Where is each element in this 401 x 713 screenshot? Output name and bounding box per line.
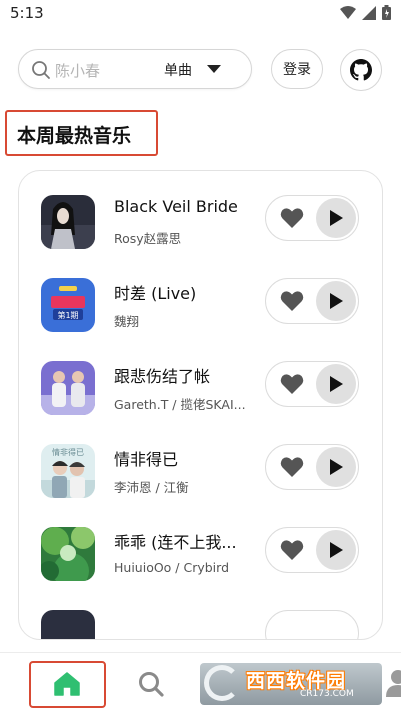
song-artist: 魏翔 <box>114 314 140 329</box>
album-cover <box>41 527 95 581</box>
section-title: 本周最热音乐 <box>17 125 132 147</box>
song-artist: Rosy赵露思 <box>114 231 182 246</box>
search-placeholder: 陈小春 <box>55 62 101 80</box>
song-list-card: Black Veil Bride Rosy赵露思 第1期 时差 (Live) 魏… <box>18 170 383 640</box>
wifi-icon <box>340 5 356 19</box>
song-title: 情非得已 <box>114 450 179 469</box>
song-title: 乖乖 (连不上我... <box>114 533 237 552</box>
heart-icon[interactable] <box>280 539 304 561</box>
watermark-subtext: CR173.COM <box>300 689 354 699</box>
search-input[interactable]: 陈小春 单曲 <box>18 49 252 89</box>
watermark-emblem <box>204 665 240 701</box>
battery-icon <box>382 5 391 20</box>
heart-icon[interactable] <box>280 456 304 478</box>
song-item[interactable]: 乖乖 (连不上我... HuiuioOo / Crybird <box>19 527 382 610</box>
play-button[interactable] <box>316 281 356 321</box>
song-artist: HuiuioOo / Crybird <box>114 560 230 575</box>
play-button[interactable] <box>316 530 356 570</box>
song-item[interactable]: 情非得已 情非得已 李沛恩 / 江衡 <box>19 444 382 527</box>
signal-icon <box>362 5 376 20</box>
play-icon <box>330 293 343 309</box>
svg-text:第1期: 第1期 <box>57 310 78 320</box>
play-button[interactable] <box>316 364 356 404</box>
album-cover <box>41 610 95 639</box>
song-actions <box>265 361 359 407</box>
play-icon <box>330 376 343 392</box>
song-actions <box>265 527 359 573</box>
github-icon <box>350 59 372 81</box>
album-cover <box>41 361 95 415</box>
home-icon[interactable] <box>54 672 80 696</box>
watermark-logo: 西西软件园 CR173.COM <box>200 663 382 705</box>
song-actions <box>265 278 359 324</box>
heart-icon[interactable] <box>280 207 304 229</box>
play-icon <box>330 210 343 226</box>
play-button[interactable] <box>316 447 356 487</box>
play-icon <box>330 459 343 475</box>
play-button[interactable] <box>316 198 356 238</box>
play-icon <box>330 542 343 558</box>
song-title: 时差 (Live) <box>114 284 197 303</box>
search-type-select[interactable]: 单曲 <box>164 60 192 80</box>
song-item[interactable]: 跟悲伤结了帐 Gareth.T / 揽佬SKAI... <box>19 361 382 444</box>
status-bar: 5:13 <box>0 0 401 28</box>
song-actions <box>265 610 359 639</box>
github-button[interactable] <box>340 49 382 91</box>
user-icon[interactable] <box>386 669 401 697</box>
song-item-partial[interactable] <box>19 610 382 639</box>
heart-icon[interactable] <box>280 373 304 395</box>
album-cover <box>41 195 95 249</box>
heart-icon[interactable] <box>280 290 304 312</box>
search-row: 陈小春 单曲 登录 <box>0 46 401 92</box>
song-item[interactable]: Black Veil Bride Rosy赵露思 <box>19 195 382 278</box>
search-icon[interactable] <box>138 671 164 697</box>
login-button[interactable]: 登录 <box>271 49 323 89</box>
status-icons <box>340 5 391 20</box>
album-cover: 情非得已 <box>41 444 95 498</box>
search-icon <box>32 61 50 79</box>
song-title: 跟悲伤结了帐 <box>114 367 211 386</box>
status-time: 5:13 <box>10 4 44 22</box>
song-item[interactable]: 第1期 时差 (Live) 魏翔 <box>19 278 382 361</box>
song-artist: 李沛恩 / 江衡 <box>114 480 189 495</box>
chevron-down-icon[interactable] <box>207 65 221 73</box>
song-title: Black Veil Bride <box>114 197 238 216</box>
svg-text:情非得已: 情非得已 <box>52 447 84 457</box>
album-cover: 第1期 <box>41 278 95 332</box>
song-actions <box>265 444 359 490</box>
song-artist: Gareth.T / 揽佬SKAI... <box>114 397 246 412</box>
song-actions <box>265 195 359 241</box>
